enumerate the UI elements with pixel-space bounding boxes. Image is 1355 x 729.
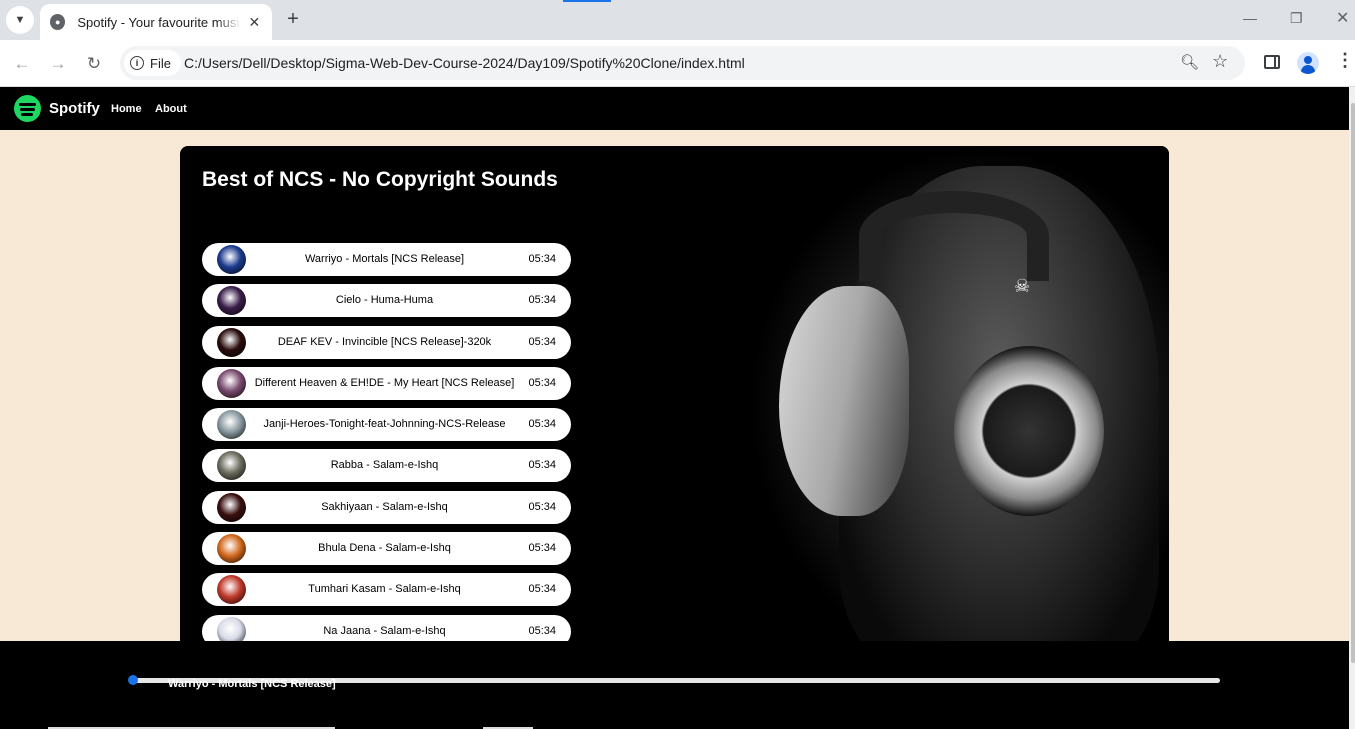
- back-arrow-icon[interactable]: ←: [10, 52, 34, 76]
- minimize-icon[interactable]: —: [1243, 10, 1257, 26]
- nav-link-home[interactable]: Home: [111, 103, 142, 115]
- song-item[interactable]: Janji-Heroes-Tonight-feat-Johnning-NCS-R…: [202, 408, 571, 442]
- chevron-down-icon: ▼: [14, 14, 26, 26]
- song-duration: 05:34: [528, 583, 556, 596]
- reload-icon[interactable]: ↻: [82, 52, 106, 76]
- hero-image: ☠: [749, 146, 1169, 666]
- more-menu-icon[interactable]: ⋮: [1336, 50, 1354, 71]
- tab-accent: [563, 0, 611, 2]
- song-item[interactable]: Tumhari Kasam - Salam-e-Ishq 05:34: [202, 573, 571, 607]
- brand-name[interactable]: Spotify: [49, 100, 100, 117]
- hero-face-shape: [779, 286, 909, 516]
- song-item[interactable]: Rabba - Salam-e-Ishq 05:34: [202, 449, 571, 483]
- song-duration: 05:34: [528, 294, 556, 307]
- album-art-icon: [217, 286, 246, 316]
- hero-earcup-shape: [954, 346, 1104, 516]
- close-icon[interactable]: ✕: [247, 14, 262, 31]
- playlist-title: Best of NCS - No Copyright Sounds: [202, 168, 558, 191]
- browser-tab[interactable]: ● Spotify - Your favourite music is here…: [40, 4, 272, 40]
- song-name: Janji-Heroes-Tonight-feat-Johnning-NCS-R…: [263, 418, 506, 431]
- player-bar: Warriyo - Mortals [NCS Release]: [0, 641, 1349, 729]
- profile-avatar-icon[interactable]: [1297, 52, 1319, 74]
- song-duration: 05:34: [528, 500, 556, 513]
- bookmark-star-icon[interactable]: ☆: [1212, 51, 1228, 72]
- song-item[interactable]: Cielo - Huma-Huma 05:34: [202, 284, 571, 318]
- song-item[interactable]: Warriyo - Mortals [NCS Release] 05:34: [202, 243, 571, 276]
- song-list: Warriyo - Mortals [NCS Release] 05:34 Ciel…: [202, 243, 571, 656]
- scrollbar-thumb[interactable]: [1351, 103, 1355, 663]
- restore-icon[interactable]: ❐: [1290, 10, 1303, 27]
- song-duration: 05:34: [528, 542, 556, 555]
- album-art-icon: [217, 327, 246, 357]
- song-item[interactable]: Bhula Dena - Salam-e-Ishq 05:34: [202, 532, 571, 566]
- song-name: Bhula Dena - Salam-e-Ishq: [318, 542, 451, 555]
- hero-headband-shape: [859, 191, 1049, 281]
- song-item[interactable]: Sakhiyaan - Salam-e-Ishq 05:34: [202, 490, 571, 524]
- song-item[interactable]: DEAF KEV - Invincible [NCS Release]-320k…: [202, 325, 571, 359]
- browser-tab-bar: ▼ ● Spotify - Your favourite music is he…: [0, 0, 1355, 40]
- info-icon: i: [130, 56, 144, 70]
- zoom-icon[interactable]: 🔍︎: [1180, 53, 1199, 71]
- site-navbar: Spotify Home About: [0, 87, 1349, 130]
- album-art-icon: [217, 451, 246, 481]
- song-name: Warriyo - Mortals [NCS Release]: [304, 253, 465, 265]
- album-art-icon: [217, 410, 246, 440]
- window-close-icon[interactable]: ✕: [1336, 8, 1349, 28]
- song-duration: 05:34: [528, 253, 556, 265]
- globe-icon: ●: [50, 14, 66, 30]
- side-panel-icon[interactable]: [1264, 55, 1280, 69]
- now-playing-title: Warriyo - Mortals [NCS Release]: [168, 678, 336, 690]
- song-name: Cielo - Huma-Huma: [335, 294, 434, 307]
- new-tab-button[interactable]: +: [282, 8, 304, 30]
- song-name: DEAF KEV - Invincible [NCS Release]-320k: [277, 335, 492, 348]
- seek-knob[interactable]: [128, 675, 138, 685]
- song-name: Sakhiyaan - Salam-e-Ishq: [321, 500, 448, 513]
- song-name: Different Heaven & EH!DE - My Heart [NCS…: [254, 376, 515, 389]
- album-art-icon: [217, 492, 246, 522]
- song-duration: 05:34: [528, 459, 556, 472]
- song-name: Tumhari Kasam - Salam-e-Ishq: [308, 583, 461, 596]
- playlist-container: ☠ Best of NCS - No Copyright Sounds Warr…: [180, 146, 1169, 666]
- site-info-button[interactable]: i File: [124, 50, 181, 76]
- address-bar[interactable]: i File C:/Users/Dell/Desktop/Sigma-Web-D…: [120, 46, 1245, 80]
- song-duration: 05:34: [528, 376, 556, 389]
- nav-link-about[interactable]: About: [155, 103, 187, 115]
- tab-title: Spotify - Your favourite music is here: [77, 14, 240, 30]
- browser-toolbar: ← → ↻ i File C:/Users/Dell/Desktop/Sigma…: [0, 40, 1355, 87]
- tab-search-button[interactable]: ▼: [6, 6, 34, 34]
- song-item[interactable]: Different Heaven & EH!DE - My Heart [NCS…: [202, 366, 571, 400]
- song-duration: 05:34: [528, 418, 556, 431]
- spotify-logo-icon[interactable]: [14, 95, 41, 122]
- album-art-icon: [217, 534, 246, 564]
- site-info-label: File: [150, 55, 171, 71]
- album-art-icon: [217, 575, 246, 605]
- forward-arrow-icon[interactable]: →: [46, 52, 70, 76]
- song-name: Rabba - Salam-e-Ishq: [330, 459, 439, 472]
- skull-icon: ☠: [1014, 276, 1031, 296]
- song-duration: 05:34: [528, 335, 556, 348]
- album-art-icon: [217, 245, 246, 274]
- url-text[interactable]: C:/Users/Dell/Desktop/Sigma-Web-Dev-Cour…: [184, 55, 745, 71]
- album-art-icon: [217, 368, 246, 398]
